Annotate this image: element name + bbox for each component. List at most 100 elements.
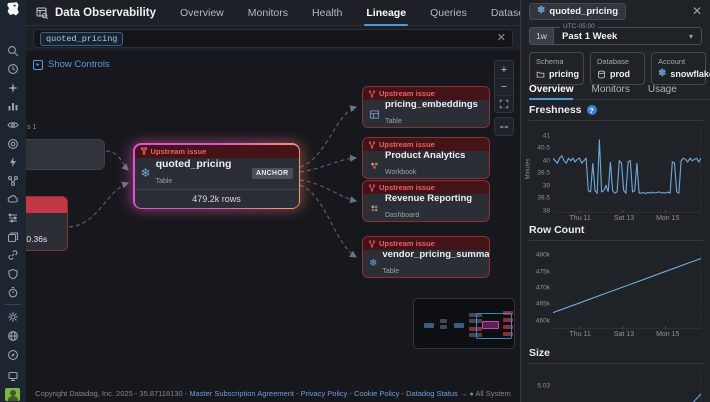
snowflake-icon: ❄ [141, 167, 151, 179]
nav-tab-overview[interactable]: Overview [180, 0, 224, 26]
anchor-node-quoted-pricing[interactable]: Upstream issue ❄ quoted_pricing Table AN… [133, 143, 300, 209]
meta-card-account[interactable]: Account❄snowflake [651, 52, 706, 85]
panel-tab-overview[interactable]: Overview [529, 84, 573, 99]
footer-link[interactable]: Privacy Policy [301, 389, 348, 398]
upstream-node-issue-partial[interactable]: vg: 50.36s [26, 196, 68, 251]
sparkles-icon[interactable] [5, 80, 21, 96]
lineage-search-input[interactable]: quoted_pricing ✕ [33, 29, 513, 48]
snowflake-icon: ❄ [537, 6, 545, 16]
cloud-icon[interactable] [5, 191, 21, 207]
downstream-node-Revenue Reporting[interactable]: Upstream issueRevenue ReportingDashboard [362, 180, 490, 222]
rowcount-chart: 480k475k470k465k460kThu 11Sat 13Mon 15 [529, 247, 704, 329]
panel-tab-monitors[interactable]: Monitors [591, 84, 629, 99]
dataset-badge[interactable]: ❄ quoted_pricing [529, 3, 626, 20]
host-icon[interactable] [5, 368, 21, 384]
close-panel-icon[interactable]: ✕ [692, 5, 702, 17]
lineage-issue-icon [368, 184, 376, 192]
rings-icon[interactable] [5, 136, 21, 152]
help-badge-icon[interactable]: ? [587, 105, 597, 115]
app-title: Data Observability [55, 7, 156, 19]
minimap-viewport[interactable] [476, 313, 512, 339]
center-view-button[interactable] [495, 118, 513, 135]
globe-icon[interactable] [5, 328, 21, 344]
banner-label: Upstream issue [379, 183, 435, 192]
upstream-issue-banner: Upstream issue [363, 237, 489, 250]
y-tick-label: 475k [536, 268, 550, 275]
upstream-issue-banner: Upstream issue [363, 87, 489, 100]
node-subtitle: Table [156, 178, 173, 185]
link-icon[interactable] [5, 247, 21, 263]
y-tick-label: 5.03 [537, 383, 550, 390]
show-controls-button[interactable]: ▸ Show Controls [33, 59, 110, 70]
lineage-canvas[interactable]: ▸ Show Controls s 1 vg: 50.36s Upstream … [26, 51, 520, 402]
upstream-node-partial[interactable] [26, 139, 105, 170]
gear-icon[interactable] [5, 309, 21, 325]
nav-tabs: OverviewMonitorsHealthLineageQueriesData… [180, 0, 532, 26]
snowflake-icon: ❄ [658, 69, 666, 79]
node-subtitle: Table [382, 268, 399, 275]
layers-icon[interactable] [5, 229, 21, 245]
chart-plot-area[interactable] [553, 247, 701, 329]
time-range-value: Past 1 Week [562, 31, 617, 42]
chart-plot-area[interactable] [553, 370, 701, 402]
shield-icon[interactable] [5, 266, 21, 282]
upstream-issue-banner: Upstream issue [135, 145, 299, 158]
meta-card-schema[interactable]: Schemapricing [529, 52, 584, 85]
downstream-node-vendor_pricing_summary[interactable]: Upstream issue ❄ vendor_pricing_summary Tab… [362, 236, 490, 278]
fit-screen-button[interactable] [495, 95, 513, 112]
minimap[interactable] [413, 298, 515, 349]
history-clock-icon[interactable] [5, 61, 21, 77]
play-box-icon: ▸ [33, 60, 43, 70]
table-icon [369, 109, 380, 120]
search-icon[interactable] [5, 43, 21, 59]
bar-chart-icon[interactable] [5, 98, 21, 114]
downstream-node-Product Analytics[interactable]: Upstream issueProduct AnalyticsWorkbook [362, 137, 490, 179]
time-range-chip[interactable]: 1w [529, 27, 553, 45]
clear-search-icon[interactable]: ✕ [497, 33, 506, 44]
section-title: Freshness [529, 104, 582, 116]
bolt-icon[interactable] [5, 154, 21, 170]
stream-icon[interactable] [5, 210, 21, 226]
panel-tab-usage[interactable]: Usage [648, 84, 677, 99]
zoom-in-button[interactable]: + [495, 61, 513, 78]
nav-tab-queries[interactable]: Queries [430, 0, 467, 26]
downstream-node-pricing_embeddings[interactable]: Upstream issuepricing_embeddingsTable [362, 86, 490, 128]
data-observability-icon [36, 7, 48, 19]
node-title: vendor_pricing_summary [382, 250, 490, 261]
chevron-down-icon: ▾ [689, 32, 693, 41]
y-tick-label: 465k [536, 301, 550, 308]
footer-link[interactable]: Cookie Policy [354, 389, 399, 398]
chart-plot-area[interactable] [553, 127, 701, 213]
cluster-icon[interactable] [5, 173, 21, 189]
eye-icon[interactable] [5, 117, 21, 133]
lineage-issue-icon [368, 90, 376, 98]
zoom-out-button[interactable]: − [495, 78, 513, 95]
datadog-logo[interactable] [0, 0, 26, 18]
upstream-issue-banner: Upstream issue [363, 181, 489, 194]
nav-tab-health[interactable]: Health [312, 0, 342, 26]
footer-link[interactable]: Datadog Status [406, 389, 458, 398]
workbook-icon [369, 160, 380, 171]
search-token[interactable]: quoted_pricing [40, 32, 123, 46]
card-label: Schema [536, 57, 577, 66]
user-avatar[interactable] [5, 388, 20, 401]
minimap-node [440, 325, 447, 329]
search-row: quoted_pricing ✕ [26, 26, 520, 51]
x-tick-label: Mon 15 [656, 331, 679, 338]
y-tick-label: 38 [543, 207, 550, 214]
nav-tab-monitors[interactable]: Monitors [248, 0, 288, 26]
nav-tab-lineage[interactable]: Lineage [366, 0, 406, 26]
node-subtitle: Table [385, 118, 402, 125]
footer-link[interactable]: Master Subscription Agreement [189, 389, 294, 398]
timezone-label: UTC-05:00 [560, 23, 598, 30]
sidebar-bottom: ? Help [5, 365, 21, 402]
meta-card-database[interactable]: Databaseprod [590, 52, 645, 85]
time-range-selector: 1w UTC-05:00 Past 1 Week ▾ [529, 27, 702, 45]
node-subtitle: Workbook [385, 169, 416, 176]
y-tick-label: 39 [543, 182, 550, 189]
snowflake-icon: ❄ [369, 259, 377, 270]
time-range-dropdown[interactable]: UTC-05:00 Past 1 Week ▾ [553, 27, 702, 45]
freshness-chart: Minutes4140.54039.53938.538Thu 11Sat 13M… [529, 127, 704, 213]
compass-icon[interactable] [5, 347, 21, 363]
timer-icon[interactable] [5, 284, 21, 300]
